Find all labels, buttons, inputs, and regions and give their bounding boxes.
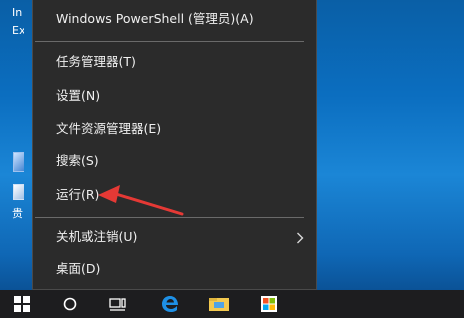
windows-start-icon[interactable] [10,290,34,318]
red-arrow-annotation [98,185,184,216]
menu-item-settings[interactable]: 设置(N) [33,81,316,111]
menu-item-powershell-admin[interactable]: Windows PowerShell (管理员)(A) [33,4,316,34]
winx-context-menu: Windows PowerShell (管理员)(A) 任务管理器(T) 设置(… [32,0,317,290]
menu-item-label: 运行(R) [56,187,100,202]
menu-item-task-manager[interactable]: 任务管理器(T) [33,47,316,77]
menu-item-label: 搜索(S) [56,153,99,168]
menu-item-label: 任务管理器(T) [56,54,136,69]
edge-browser-icon[interactable] [156,290,184,318]
file-explorer-icon[interactable] [206,290,232,318]
desktop-shortcut-icon[interactable] [13,184,24,200]
desktop-text-fragment: In [12,6,23,19]
menu-item-desktop[interactable]: 桌面(D) [33,254,316,284]
menu-item-label: 关机或注销(U) [56,229,138,244]
menu-item-search[interactable]: 搜索(S) [33,146,316,176]
menu-item-shutdown-signout[interactable]: 关机或注销(U) [33,222,316,252]
desktop-shortcut-icon[interactable] [13,152,24,172]
chevron-right-icon [296,222,306,252]
store-icon[interactable] [256,290,282,318]
menu-item-label: Windows PowerShell (管理员)(A) [56,11,254,26]
menu-item-label: 桌面(D) [56,261,101,276]
menu-item-file-explorer[interactable]: 文件资源管理器(E) [33,114,316,144]
desktop-area: In Ex 贵 [0,0,24,290]
task-view-icon[interactable] [106,290,130,318]
cortana-search-icon[interactable] [58,290,82,318]
desktop-text-fragment: Ex [12,24,24,37]
menu-item-label: 文件资源管理器(E) [56,121,162,136]
desktop-shortcut-label: 贵 [12,207,23,220]
menu-separator [35,41,304,42]
menu-item-label: 设置(N) [56,88,101,103]
taskbar [0,290,464,318]
